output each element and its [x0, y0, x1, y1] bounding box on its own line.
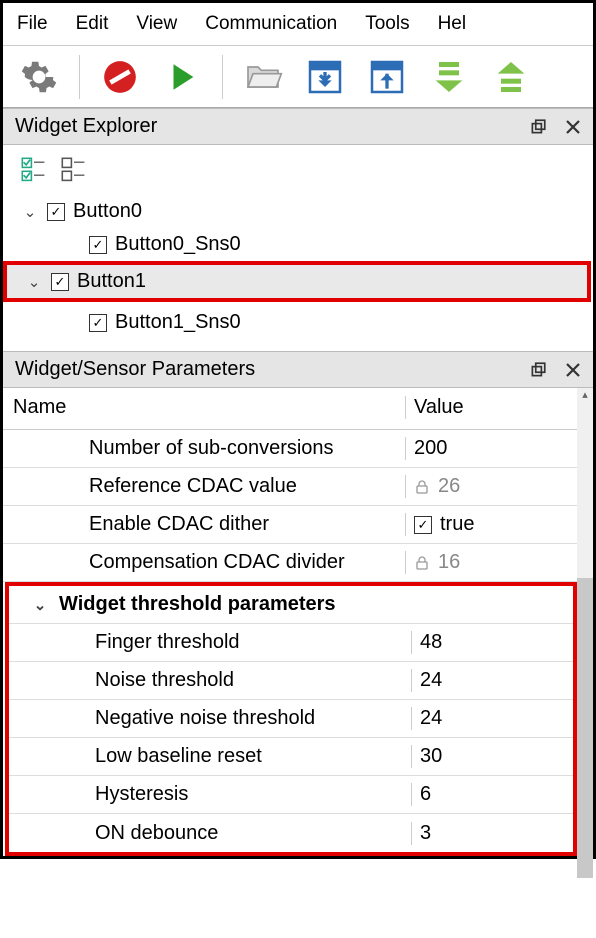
check-all-icon[interactable]: [21, 157, 47, 183]
tree-item-label: Button1_Sns0: [115, 311, 241, 334]
checkbox[interactable]: [414, 516, 432, 534]
param-value[interactable]: true: [405, 513, 593, 536]
param-row[interactable]: Reference CDAC value 26: [3, 468, 593, 506]
restore-icon[interactable]: [529, 118, 547, 136]
param-name: Low baseline reset: [9, 745, 411, 768]
stop-forbidden-icon[interactable]: [98, 55, 142, 99]
param-name: Enable CDAC dither: [3, 513, 405, 536]
scroll-up-icon[interactable]: ▴: [577, 388, 593, 401]
menu-view[interactable]: View: [122, 9, 191, 39]
menu-help[interactable]: Hel: [424, 9, 481, 39]
param-name: Hysteresis: [9, 783, 411, 806]
restore-icon[interactable]: [529, 361, 547, 379]
param-row[interactable]: Low baseline reset 30: [9, 738, 573, 776]
highlight-box: ⌄ Widget threshold parameters Finger thr…: [5, 582, 577, 856]
widget-explorer-header: Widget Explorer: [3, 108, 593, 145]
menubar: File Edit View Communication Tools Hel: [3, 3, 593, 46]
lock-icon: [414, 555, 430, 571]
param-row[interactable]: Finger threshold 48: [9, 624, 573, 662]
scrollbar[interactable]: ▴: [577, 388, 593, 856]
tree-item-button0-sns0[interactable]: Button0_Sns0: [21, 228, 593, 261]
param-row[interactable]: Enable CDAC dither true: [3, 506, 593, 544]
settings-icon[interactable]: [17, 55, 61, 99]
open-folder-icon[interactable]: [241, 55, 285, 99]
menu-tools[interactable]: Tools: [351, 9, 423, 39]
param-value[interactable]: 200: [405, 437, 593, 460]
tree-item-label: Button0_Sns0: [115, 233, 241, 256]
tree-item-button1[interactable]: ⌄ Button1: [7, 265, 587, 298]
highlight-box: ⌄ Button1: [3, 261, 591, 302]
param-name: Noise threshold: [9, 669, 411, 692]
close-icon[interactable]: [565, 362, 581, 378]
param-value[interactable]: 6: [411, 783, 573, 806]
params-column-headers: Name Value: [3, 388, 593, 430]
play-icon[interactable]: [160, 55, 204, 99]
widget-explorer-body: ⌄ Button0 Button0_Sns0 ⌄ Button1 Button1…: [3, 145, 593, 345]
param-value-locked: 16: [405, 551, 593, 574]
close-icon[interactable]: [565, 119, 581, 135]
widget-params-header: Widget/Sensor Parameters: [3, 351, 593, 388]
menu-communication[interactable]: Communication: [191, 9, 351, 39]
param-row[interactable]: Number of sub-conversions 200: [3, 430, 593, 468]
param-value[interactable]: 24: [411, 707, 573, 730]
scrollbar-thumb[interactable]: [577, 578, 593, 878]
param-row[interactable]: Negative noise threshold 24: [9, 700, 573, 738]
checkbox[interactable]: [47, 203, 65, 221]
param-row[interactable]: ON debounce 3: [9, 814, 573, 852]
checkbox[interactable]: [89, 314, 107, 332]
stack-down-icon[interactable]: [427, 55, 471, 99]
expand-arrow-icon[interactable]: ⌄: [21, 203, 39, 221]
tree-item-label: Button1: [77, 270, 146, 293]
import-icon[interactable]: [303, 55, 347, 99]
toolbar-separator: [79, 55, 80, 99]
param-row[interactable]: Hysteresis 6: [9, 776, 573, 814]
widget-params-title: Widget/Sensor Parameters: [15, 358, 255, 381]
param-name: ON debounce: [9, 822, 411, 845]
tree-item-label: Button0: [73, 200, 142, 223]
param-value[interactable]: 30: [411, 745, 573, 768]
param-row[interactable]: Compensation CDAC divider 16: [3, 544, 593, 582]
stack-up-icon[interactable]: [489, 55, 533, 99]
expand-arrow-icon[interactable]: ⌄: [31, 596, 49, 614]
param-value[interactable]: 48: [411, 631, 573, 654]
param-value-locked: 26: [405, 475, 593, 498]
uncheck-all-icon[interactable]: [61, 157, 87, 183]
param-name: Negative noise threshold: [9, 707, 411, 730]
param-row[interactable]: Noise threshold 24: [9, 662, 573, 700]
toolbar: [3, 46, 593, 108]
param-value[interactable]: 24: [411, 669, 573, 692]
param-group-label: Widget threshold parameters: [59, 593, 336, 616]
export-icon[interactable]: [365, 55, 409, 99]
param-name: Number of sub-conversions: [3, 437, 405, 460]
param-name: Compensation CDAC divider: [3, 551, 405, 574]
widget-explorer-title: Widget Explorer: [15, 115, 157, 138]
param-name: Reference CDAC value: [3, 475, 405, 498]
column-header-name[interactable]: Name: [3, 396, 405, 419]
lock-icon: [414, 479, 430, 495]
param-name: Finger threshold: [9, 631, 411, 654]
tree-item-button0[interactable]: ⌄ Button0: [21, 195, 593, 228]
expand-arrow-icon[interactable]: ⌄: [25, 273, 43, 291]
toolbar-separator: [222, 55, 223, 99]
param-value[interactable]: 3: [411, 822, 573, 845]
menu-edit[interactable]: Edit: [62, 9, 123, 39]
checkbox[interactable]: [89, 236, 107, 254]
checkbox[interactable]: [51, 273, 69, 291]
column-header-value[interactable]: Value: [405, 396, 593, 419]
param-group-widget-threshold[interactable]: ⌄ Widget threshold parameters: [9, 586, 573, 624]
menu-file[interactable]: File: [3, 9, 62, 39]
tree-item-button1-sns0[interactable]: Button1_Sns0: [21, 306, 593, 339]
